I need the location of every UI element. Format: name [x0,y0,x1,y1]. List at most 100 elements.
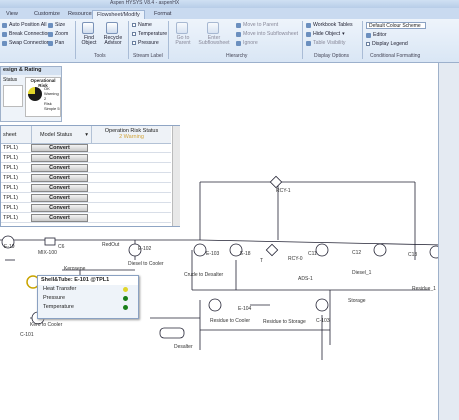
right-scroll-panel[interactable] [438,63,459,420]
tools-group-label: Tools [94,53,106,59]
risk-pie-icon [28,87,42,101]
table-visibility-label: Table Visibility [313,40,346,46]
zoom-label: Zoom [55,31,69,37]
move-into-subflowsheet-button[interactable]: Move into Subflowsheet [236,31,298,37]
move-into-subflowsheet-icon [236,31,241,37]
name-checkbox[interactable]: Name [132,22,152,28]
tab-flowsheet-modify[interactable]: Flowsheet/Modify [92,10,145,19]
name-label: Name [138,22,152,28]
enter-subflowsheet-label[interactable]: Enter Subflowsheet [197,35,231,46]
colour-scheme-select[interactable]: Default Colour Scheme [366,22,426,29]
enter-subflowsheet-icon[interactable] [207,22,219,34]
label-c11: C11 [308,251,317,257]
popup-row-pressure[interactable]: Pressure [38,294,138,303]
label-e19: E-19 [4,244,15,250]
popup-row-heat-transfer[interactable]: Heat Transfer [38,285,138,294]
label-kerosene: Kerosene [64,266,86,272]
grid-header-model-status[interactable]: Model Status ▾ [31,126,91,144]
recycle-rcy0[interactable] [265,243,279,257]
label-e103: E-103 [206,251,220,257]
auto-position-all-label: Auto Position All [9,22,47,28]
label-rcy0: RCY-0 [288,256,303,262]
recycle-advisor-icon[interactable] [106,22,118,34]
tab-format[interactable]: Format [150,10,175,19]
ribbon-tabs: View Customize Resources Flowsheet/Modif… [0,8,459,19]
workbook-tables-button[interactable]: Workbook Tables [306,22,353,28]
sheet-column-label: sheet [3,132,17,138]
pan-icon [48,40,53,46]
ribbon: Auto Position All Break Connection Swap … [0,19,459,63]
move-to-parent-button[interactable]: Move to Parent [236,22,278,28]
hx-right[interactable] [429,245,438,259]
ignore-icon [236,40,241,46]
label-mix100: MIX-100 [38,250,57,256]
warning-status-icon [123,287,128,292]
size-icon [48,22,53,28]
grid-header-operation-risk[interactable]: Operation Risk Status 2 Warning [91,126,171,144]
find-object-label[interactable]: Find Object [79,35,99,46]
label-e104: E-104 [238,306,252,312]
pressure-check-icon [132,41,136,45]
popup-row-temperature[interactable]: Temperature [38,303,138,312]
pressure-checkbox[interactable]: Pressure [132,40,159,46]
find-object-icon[interactable] [82,22,94,34]
dropdown-arrow-icon: ▾ [342,31,345,37]
warning-summary: 2 Warning [119,134,144,140]
table-visibility-icon [306,40,311,46]
label-ads1: ADS-1 [298,276,313,282]
go-to-parent-icon[interactable] [176,22,188,34]
hx-c13[interactable] [373,243,387,257]
hx-c12[interactable] [315,243,329,257]
break-connection-button[interactable]: Break Connection [2,31,50,37]
status-column-label: Status [3,77,18,83]
model-status-column-label: Model Status [40,132,73,138]
recycle-rcy1[interactable] [269,175,283,189]
zoom-icon [48,31,53,37]
auto-position-all-button[interactable]: Auto Position All [2,22,47,28]
size-button[interactable]: Size [48,22,65,28]
go-to-parent-label[interactable]: Go to Parent [171,35,195,46]
zoom-button[interactable]: Zoom [48,31,68,37]
label-storage: Storage [348,298,366,304]
editor-button[interactable]: Editor [366,32,387,38]
swap-connection-icon [2,40,7,46]
grid-header-sheet: sheet [1,126,31,144]
swap-connection-button[interactable]: Swap Connection [2,40,50,46]
recycle-advisor-label[interactable]: Recycle Advisor [101,35,125,46]
legend-warning: Warning 2 [44,91,59,101]
temperature-checkbox[interactable]: Temperature [132,31,167,37]
label-desalter: Desalter [174,344,193,350]
status-box [3,85,23,107]
editor-icon [366,32,371,38]
table-visibility-button[interactable]: Table Visibility [306,40,345,46]
equipment-status-popup: Shell&Tube: E-101 @TPL1 Heat Transfer Pr… [37,275,139,319]
label-c12: C12 [352,250,361,256]
label-residue1: Residue_1 [412,286,436,292]
title-bar: Aspen HYSYS V8.4 - aspenHX [0,0,459,8]
size-label: Size [55,22,66,28]
ignore-button[interactable]: Ignore [236,40,258,46]
stream-label-group-label: Stream Label [133,53,163,59]
pan-button[interactable]: Pan [48,40,64,46]
conditional-formatting-group-label: Conditional Formatting [370,53,421,59]
desalter-vessel[interactable] [159,327,185,339]
hx-e103[interactable] [193,243,207,257]
hide-object-button[interactable]: Hide Object ▾ [306,31,345,37]
ribbon-separator [75,21,76,59]
hide-object-icon [306,31,311,37]
mixer-mix100[interactable] [44,237,56,246]
hx-e104[interactable] [208,298,222,312]
label-kero-to-cooler: Kero to Cooler [30,322,63,328]
chevron-down-icon: ▾ [85,132,88,138]
tab-view[interactable]: View [2,10,22,19]
hx-c103[interactable] [315,298,329,312]
tab-customize[interactable]: Customize [30,10,64,19]
hierarchy-group-label: Hierarchy [226,53,248,59]
pressure-row-label: Pressure [43,295,66,301]
label-crude-to-desalter: Crude to Desalter [184,272,224,278]
display-legend-checkbox[interactable]: Display Legend [366,41,408,47]
legend-simple: Simple 5 [44,106,60,111]
break-connection-label: Break Connection [9,31,51,37]
label-rcy1: RCY-1 [276,188,291,194]
workbook-tables-label: Workbook Tables [313,22,353,28]
